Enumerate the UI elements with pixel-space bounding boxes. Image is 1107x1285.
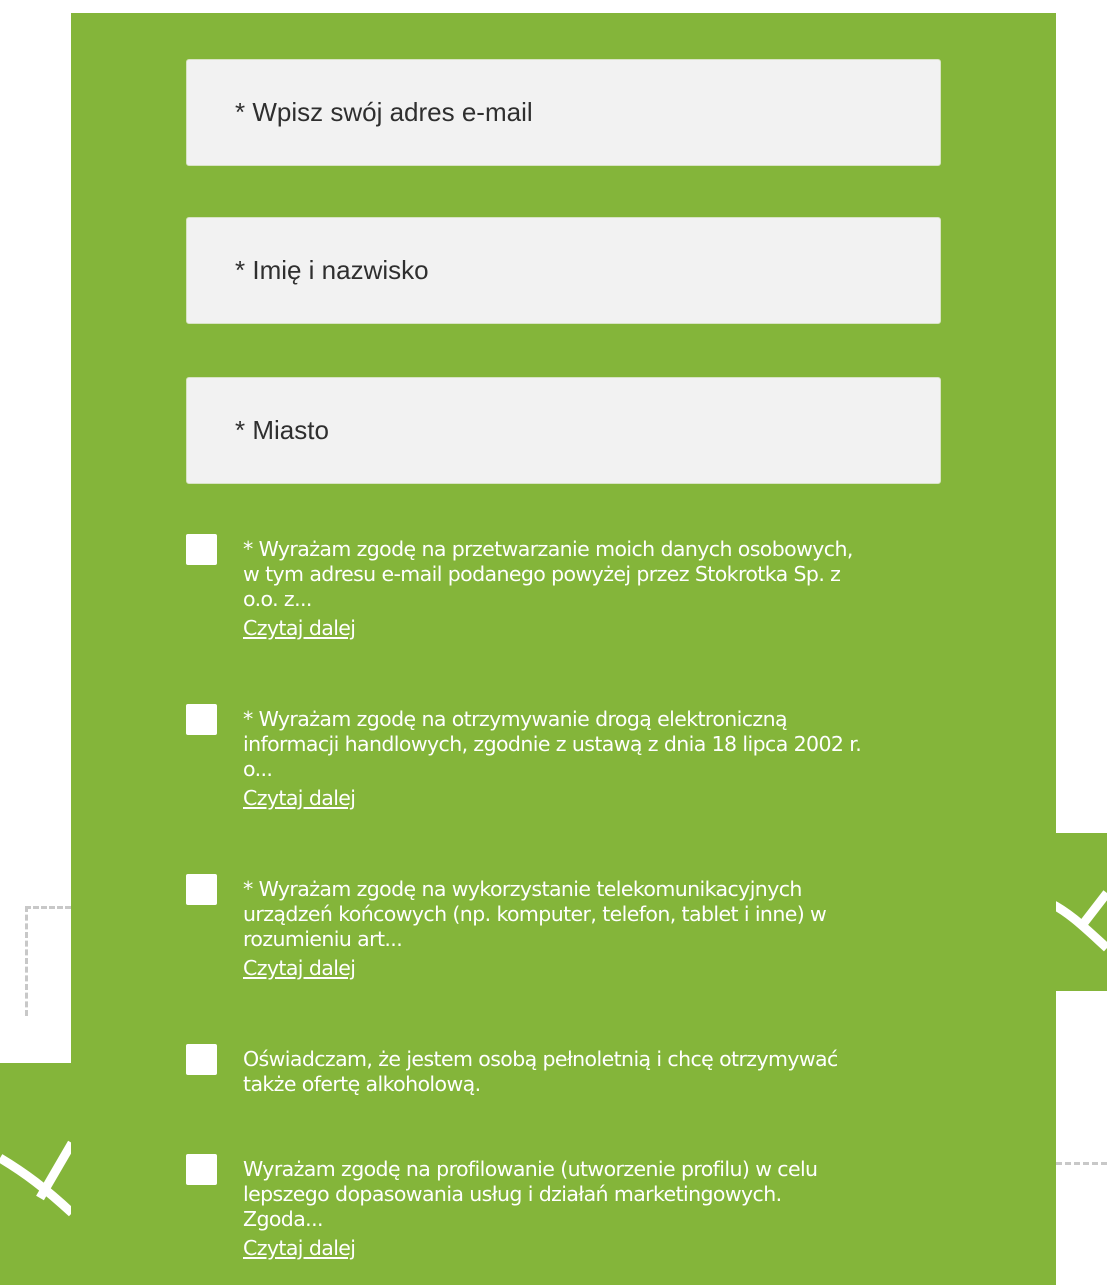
consent-text-line: urządzeń końcowych (np. komputer, telefo… (243, 902, 827, 926)
read-more-link[interactable]: Czytaj dalej (243, 612, 356, 644)
consent-text-line: lepszego dopasowania usług i działań mar… (243, 1182, 782, 1206)
consent-checkbox[interactable] (186, 704, 217, 735)
name-field-container (186, 217, 941, 324)
consent-text: * Wyrażam zgodę na otrzymywanie drogą el… (243, 707, 943, 814)
consent-checkbox[interactable] (186, 534, 217, 565)
decorative-curve-icon (1050, 890, 1107, 952)
consent-text-line: w tym adresu e-mail podanego powyżej prz… (243, 562, 841, 586)
consent-text-line: Wyrażam zgodę na profilowanie (utworzeni… (243, 1157, 818, 1181)
read-more-link[interactable]: Czytaj dalej (243, 782, 356, 814)
consent-text-line: * Wyrażam zgodę na przetwarzanie moich d… (243, 537, 853, 561)
consent-checkbox[interactable] (186, 1044, 217, 1075)
email-field-container (186, 59, 941, 166)
email-input[interactable] (187, 60, 940, 165)
read-more-link[interactable]: Czytaj dalej (243, 1232, 356, 1264)
consent-text: * Wyrażam zgodę na przetwarzanie moich d… (243, 537, 943, 644)
newsletter-form-panel: * Wyrażam zgodę na przetwarzanie moich d… (71, 13, 1056, 1285)
decorative-dashed-line (25, 906, 71, 909)
consent-text-line: * Wyrażam zgodę na wykorzystanie telekom… (243, 877, 802, 901)
city-field-container (186, 377, 941, 484)
consent-text-line: rozumieniu art... (243, 927, 403, 951)
consent-checkbox[interactable] (186, 1154, 217, 1185)
decorative-dashed-line (25, 906, 28, 1016)
consent-text-line: Oświadczam, że jestem osobą pełnoletnią … (243, 1047, 838, 1071)
consent-text-line: * Wyrażam zgodę na otrzymywanie drogą el… (243, 707, 788, 731)
city-input[interactable] (187, 378, 940, 483)
read-more-link[interactable]: Czytaj dalej (243, 952, 356, 984)
consent-text: Oświadczam, że jestem osobą pełnoletnią … (243, 1047, 943, 1097)
full-name-input[interactable] (187, 218, 940, 323)
page: * Wyrażam zgodę na przetwarzanie moich d… (0, 0, 1107, 1285)
decorative-dashed-line (1056, 1162, 1107, 1165)
consent-text: * Wyrażam zgodę na wykorzystanie telekom… (243, 877, 943, 984)
consent-text-line: Zgoda... (243, 1207, 324, 1231)
consent-text-line: informacji handlowych, zgodnie z ustawą … (243, 732, 862, 756)
consent-text-line: także ofertę alkoholową. (243, 1072, 481, 1096)
consent-text: Wyrażam zgodę na profilowanie (utworzeni… (243, 1157, 943, 1264)
consent-text-line: o... (243, 757, 273, 781)
consent-text-line: o.o. z... (243, 587, 312, 611)
consent-checkbox[interactable] (186, 874, 217, 905)
